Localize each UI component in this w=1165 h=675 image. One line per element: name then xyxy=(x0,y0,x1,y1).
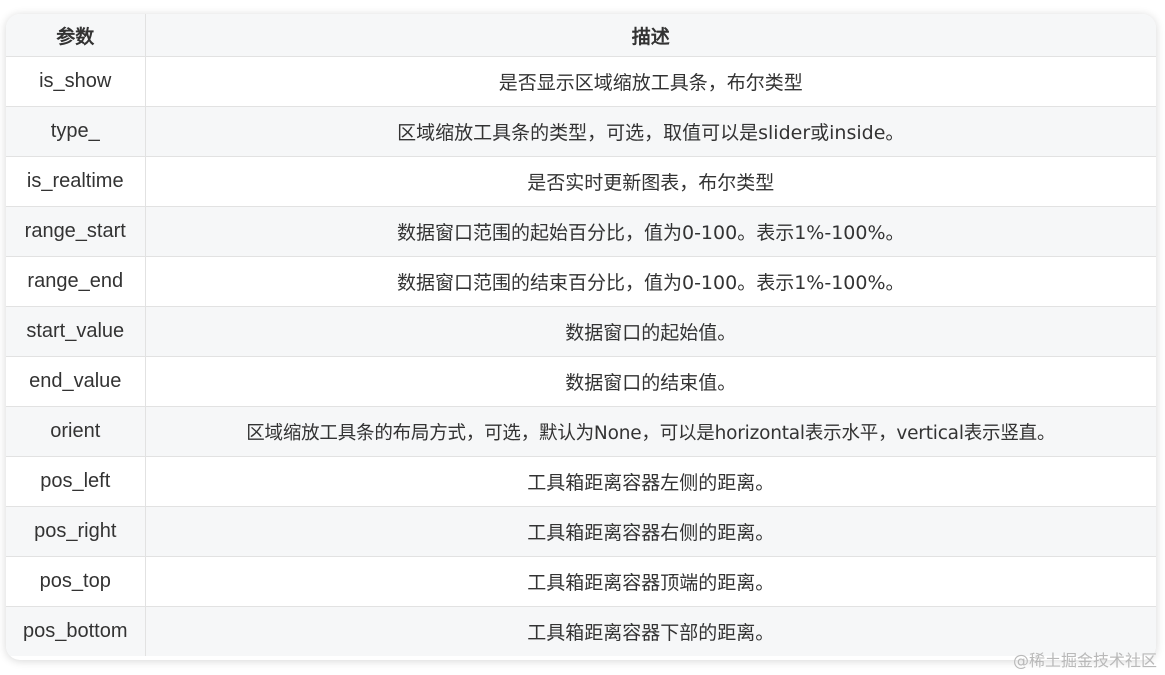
parameter-table-card: 参数 描述 is_show 是否显示区域缩放工具条，布尔类型 type_ 区域缩… xyxy=(6,14,1156,660)
table-row: is_realtime 是否实时更新图表，布尔类型 xyxy=(6,156,1156,207)
table-row: start_value 数据窗口的起始值。 xyxy=(6,306,1156,357)
table-row: pos_bottom 工具箱距离容器下部的距离。 xyxy=(6,606,1156,656)
param-description: 数据窗口的起始值。 xyxy=(145,306,1156,357)
parameter-table: 参数 描述 is_show 是否显示区域缩放工具条，布尔类型 type_ 区域缩… xyxy=(6,14,1156,656)
table-row: is_show 是否显示区域缩放工具条，布尔类型 xyxy=(6,56,1156,107)
param-name: is_show xyxy=(6,56,146,107)
table-row: pos_top 工具箱距离容器顶端的距离。 xyxy=(6,556,1156,607)
param-name: is_realtime xyxy=(6,156,146,207)
param-name: end_value xyxy=(6,356,146,407)
param-description: 工具箱距离容器右侧的距离。 xyxy=(145,506,1156,557)
table-row: pos_left 工具箱距离容器左侧的距离。 xyxy=(6,456,1156,507)
header-description: 描述 xyxy=(145,14,1156,57)
param-description: 是否实时更新图表，布尔类型 xyxy=(145,156,1156,207)
param-description: 工具箱距离容器下部的距离。 xyxy=(145,606,1156,656)
param-name: pos_bottom xyxy=(6,606,146,656)
param-name: pos_left xyxy=(6,456,146,507)
param-description: 工具箱距离容器左侧的距离。 xyxy=(145,456,1156,507)
param-name: type_ xyxy=(6,106,146,157)
param-description: 区域缩放工具条的布局方式，可选，默认为None，可以是horizontal表示水… xyxy=(145,406,1156,457)
param-name: range_end xyxy=(6,256,146,307)
table-row: range_end 数据窗口范围的结束百分比，值为0-100。表示1%-100%… xyxy=(6,256,1156,307)
param-description: 区域缩放工具条的类型，可选，取值可以是slider或inside。 xyxy=(145,106,1156,157)
param-description: 工具箱距离容器顶端的距离。 xyxy=(145,556,1156,607)
table-row: end_value 数据窗口的结束值。 xyxy=(6,356,1156,407)
param-description: 数据窗口的结束值。 xyxy=(145,356,1156,407)
param-name: start_value xyxy=(6,306,146,357)
param-name: orient xyxy=(6,406,146,457)
table-row: pos_right 工具箱距离容器右侧的距离。 xyxy=(6,506,1156,557)
param-name: pos_top xyxy=(6,556,146,607)
param-description: 数据窗口范围的起始百分比，值为0-100。表示1%-100%。 xyxy=(145,206,1156,257)
table-header-row: 参数 描述 xyxy=(6,14,1156,57)
param-description: 数据窗口范围的结束百分比，值为0-100。表示1%-100%。 xyxy=(145,256,1156,307)
param-name: pos_right xyxy=(6,506,146,557)
table-row: orient 区域缩放工具条的布局方式，可选，默认为None，可以是horizo… xyxy=(6,406,1156,457)
param-name: range_start xyxy=(6,206,146,257)
table-row: range_start 数据窗口范围的起始百分比，值为0-100。表示1%-10… xyxy=(6,206,1156,257)
header-param: 参数 xyxy=(6,14,146,57)
watermark: @稀土掘金技术社区 xyxy=(1012,651,1157,670)
param-description: 是否显示区域缩放工具条，布尔类型 xyxy=(145,56,1156,107)
table-row: type_ 区域缩放工具条的类型，可选，取值可以是slider或inside。 xyxy=(6,106,1156,157)
